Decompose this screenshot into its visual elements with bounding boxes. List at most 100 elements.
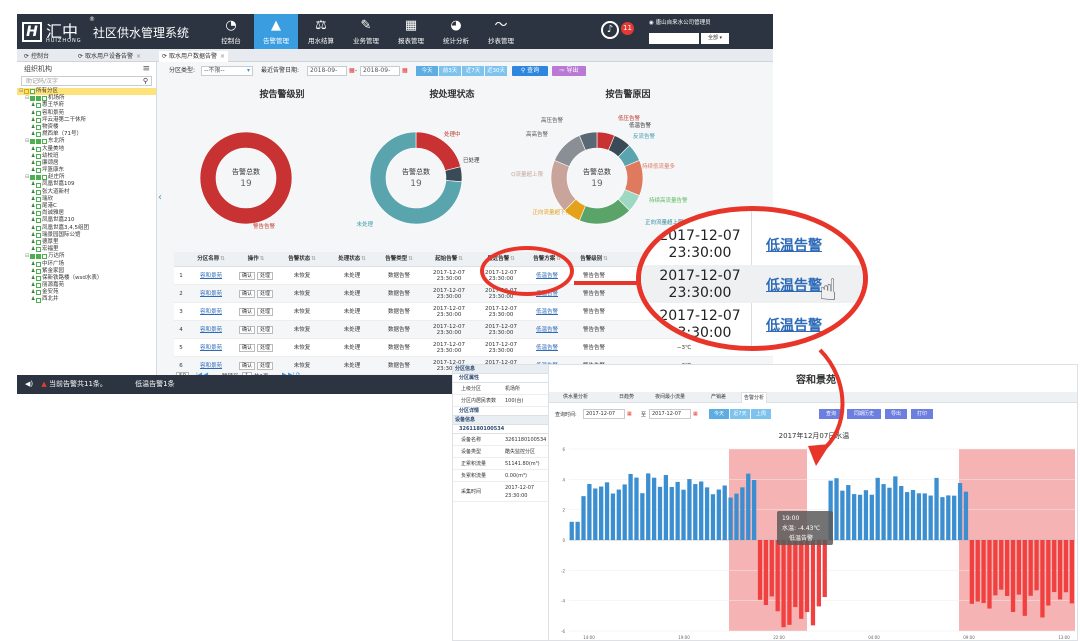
calendar-icon[interactable]: ▦ bbox=[349, 66, 355, 76]
confirm-button[interactable]: 确认 bbox=[238, 325, 255, 334]
temp-bar[interactable] bbox=[1040, 540, 1045, 618]
confirm-button[interactable]: 确认 bbox=[238, 289, 255, 298]
temp-bar[interactable] bbox=[969, 540, 974, 604]
temp-bar[interactable] bbox=[816, 540, 821, 607]
quick-range-button[interactable]: 近7天 bbox=[462, 66, 484, 76]
tree-node[interactable]: ♟ 凤凰世嘉210 bbox=[17, 217, 156, 224]
temp-bar[interactable] bbox=[693, 484, 698, 540]
tab-3[interactable]: ⟳ 取水用户数据告警 × bbox=[159, 51, 228, 62]
cell-text[interactable]: 低温告警 bbox=[536, 327, 558, 333]
temp-bar[interactable] bbox=[957, 483, 963, 540]
date-to-input[interactable]: 2018-09- bbox=[360, 66, 400, 76]
temp-bar[interactable] bbox=[1016, 540, 1022, 595]
checkbox[interactable] bbox=[36, 153, 41, 159]
export-button[interactable]: ⇨ 导出 bbox=[552, 66, 586, 76]
menu-icon[interactable]: ≡ bbox=[142, 62, 150, 76]
checkbox[interactable] bbox=[36, 204, 41, 210]
nav-item-4[interactable]: ✎ 业务管理 bbox=[344, 14, 388, 49]
temp-bar[interactable] bbox=[616, 489, 621, 540]
query-action-button[interactable]: 导出 bbox=[885, 409, 907, 419]
temp-bar[interactable] bbox=[893, 476, 898, 540]
temp-bar[interactable] bbox=[728, 497, 733, 540]
temp-bar[interactable] bbox=[763, 540, 769, 606]
temp-bar[interactable] bbox=[628, 473, 633, 540]
nav-item-6[interactable]: ◕ 统计分析 bbox=[434, 14, 478, 49]
tree-node[interactable]: ♟ 西北井 bbox=[17, 296, 156, 303]
temp-bar[interactable] bbox=[1069, 540, 1074, 604]
temp-bar[interactable] bbox=[875, 477, 880, 540]
subsection-header[interactable]: 分区属性 bbox=[453, 374, 548, 383]
checkbox[interactable] bbox=[36, 160, 41, 166]
temp-bar[interactable] bbox=[981, 540, 986, 604]
pie-slice[interactable] bbox=[550, 160, 577, 211]
pie-slice[interactable] bbox=[579, 198, 630, 225]
panel-tab[interactable]: 告警分析 bbox=[741, 392, 768, 403]
zoom-plan-link[interactable]: 低温告警 bbox=[766, 275, 822, 295]
sort-icon[interactable]: ⇅ bbox=[408, 256, 413, 262]
temp-bar[interactable] bbox=[575, 521, 580, 540]
sort-icon[interactable]: ⇅ bbox=[311, 256, 316, 262]
temp-bar[interactable] bbox=[987, 540, 992, 609]
temp-bar[interactable] bbox=[863, 490, 869, 540]
tree-node[interactable]: ♟ 坪篮康东 bbox=[17, 167, 156, 174]
column-header[interactable]: 操作 ⇅ bbox=[234, 252, 278, 266]
zoom-plan-link[interactable]: 低温告警 bbox=[766, 235, 822, 255]
nav-item-3[interactable]: ⚖ 用水结算 bbox=[299, 14, 343, 49]
temp-bar[interactable] bbox=[822, 540, 827, 598]
quick-range-button[interactable]: 今天 bbox=[416, 66, 438, 76]
tree-node[interactable]: ♟ 容和景苑 bbox=[17, 110, 156, 117]
temp-bar[interactable] bbox=[881, 484, 886, 540]
cell-text[interactable]: 低温告警 bbox=[536, 345, 558, 351]
device-id[interactable]: 326118010​0534 bbox=[453, 425, 548, 434]
checkbox[interactable] bbox=[36, 240, 41, 246]
alarm-count-badge[interactable]: 11 bbox=[621, 22, 634, 35]
query-quick-button[interactable]: 今天 bbox=[709, 409, 729, 419]
temp-bar[interactable] bbox=[699, 481, 704, 540]
temp-bar[interactable] bbox=[781, 540, 786, 628]
cell-text[interactable]: 低温告警 bbox=[536, 309, 558, 315]
checkbox[interactable] bbox=[36, 168, 41, 174]
nav-item-5[interactable]: ▦ 报表管理 bbox=[389, 14, 433, 49]
subsection-header[interactable]: 分区详情 bbox=[453, 407, 548, 416]
calendar-icon[interactable]: ▦ bbox=[693, 411, 698, 417]
temp-bar[interactable] bbox=[899, 486, 904, 540]
checkbox[interactable] bbox=[42, 175, 47, 181]
sort-icon[interactable]: ⇅ bbox=[260, 256, 265, 262]
handle-button[interactable]: 处理 bbox=[257, 361, 274, 370]
tree-node[interactable]: ♟ 凤凰世嘉3,4,5组团 bbox=[17, 225, 156, 232]
temp-bar[interactable] bbox=[869, 494, 874, 540]
temp-bar[interactable] bbox=[1057, 540, 1063, 600]
temp-bar[interactable] bbox=[916, 493, 922, 540]
date-from-input[interactable]: 2018-09- bbox=[307, 66, 347, 76]
handle-button[interactable]: 处理 bbox=[257, 289, 274, 298]
temp-bar[interactable] bbox=[599, 486, 604, 540]
panel-tab[interactable]: 供水量分析 bbox=[563, 392, 588, 403]
calendar-icon[interactable]: ▦ bbox=[402, 66, 408, 76]
checkbox[interactable] bbox=[36, 117, 41, 123]
temp-bar[interactable] bbox=[1063, 540, 1069, 593]
column-header[interactable]: 告警级别 ⇅ bbox=[570, 252, 618, 266]
tree-node[interactable]: ♟ 廉颂居 bbox=[17, 160, 156, 167]
temp-bar[interactable] bbox=[687, 479, 692, 540]
confirm-button[interactable]: 确认 bbox=[238, 271, 255, 280]
handle-button[interactable]: 处理 bbox=[257, 343, 274, 352]
temp-bar[interactable] bbox=[775, 540, 780, 612]
tree-node[interactable]: ♟ 凤凰世嘉109 bbox=[17, 181, 156, 188]
temp-bar[interactable] bbox=[940, 497, 945, 540]
checkbox[interactable] bbox=[42, 139, 47, 145]
temp-bar[interactable] bbox=[734, 493, 739, 540]
temp-bar[interactable] bbox=[799, 540, 804, 619]
temp-bar[interactable] bbox=[1046, 540, 1051, 606]
tree-node[interactable]: ♟ 金安苑 bbox=[17, 289, 156, 296]
tree-node[interactable]: ♟ 大量美地 bbox=[17, 146, 156, 153]
cell-text[interactable]: 容和景苑 bbox=[200, 363, 222, 369]
close-icon[interactable]: × bbox=[220, 53, 225, 60]
quick-range-button[interactable]: 近30天 bbox=[485, 66, 507, 76]
tree-node[interactable]: ♟ 丽源嘉苑 bbox=[17, 282, 156, 289]
temp-bar[interactable] bbox=[975, 540, 980, 602]
tree-node[interactable]: ♟ 中环广场 bbox=[17, 261, 156, 268]
confirm-button[interactable]: 确认 bbox=[238, 343, 255, 352]
temp-bar[interactable] bbox=[1028, 540, 1033, 596]
tree-node[interactable]: ♟ 保新铁路楼（wsd水表） bbox=[17, 275, 156, 282]
temp-bar[interactable] bbox=[716, 489, 721, 540]
